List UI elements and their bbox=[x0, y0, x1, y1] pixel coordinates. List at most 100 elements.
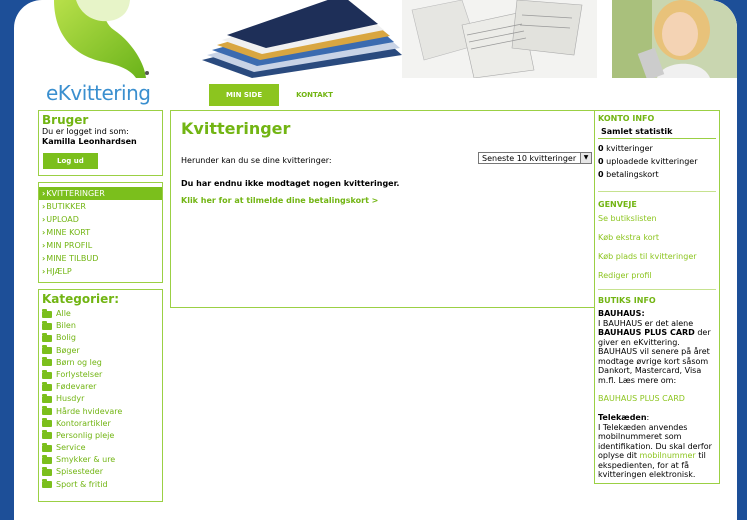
category-item[interactable]: Personlig pleje bbox=[39, 430, 162, 442]
category-item[interactable]: Spisesteder bbox=[39, 466, 162, 478]
intro-text: Herunder kan du se dine kvitteringer: bbox=[181, 156, 332, 165]
category-label: Fødevarer bbox=[56, 382, 97, 392]
sidebar-item-label: UPLOAD bbox=[46, 215, 79, 224]
sidebar-item-label: BUTIKKER bbox=[46, 202, 86, 211]
konto-info-title: KONTO INFO bbox=[598, 114, 655, 123]
folder-icon bbox=[42, 332, 52, 342]
store2-name: Telekæden bbox=[598, 413, 647, 422]
sidebar-item-upload[interactable]: ›UPLOAD bbox=[39, 213, 162, 226]
bauhaus-plus-card-link[interactable]: BAUHAUS PLUS CARD bbox=[595, 393, 719, 405]
header: eKvittering MIN SIDE KONTAKT bbox=[14, 0, 737, 106]
folder-icon bbox=[42, 430, 52, 440]
category-label: Spisesteder bbox=[56, 467, 103, 477]
category-label: Sport & fritid bbox=[56, 479, 108, 489]
sidebar-item-label: KVITTERINGER bbox=[46, 189, 105, 198]
category-label: Kontorartikler bbox=[56, 418, 111, 428]
sidebar-item-mine-tilbud[interactable]: ›MINE TILBUD bbox=[39, 252, 162, 265]
store1-text: I BAUHAUS er det alene bbox=[598, 318, 694, 328]
tab-kontakt[interactable]: KONTAKT bbox=[279, 84, 350, 106]
left-sidebar: Bruger Du er logget ind som: Kamilla Leo… bbox=[38, 110, 163, 502]
bullet-icon: › bbox=[42, 215, 46, 224]
category-label: Personlig pleje bbox=[56, 430, 115, 440]
folder-icon bbox=[42, 467, 52, 477]
stats-subtitle: Samlet statistik bbox=[598, 127, 716, 139]
sidebar-menu: ›KVITTERINGER ›BUTIKKER ›UPLOAD ›MINE KO… bbox=[38, 182, 163, 283]
category-item[interactable]: Bøger bbox=[39, 345, 162, 357]
register-cards-link[interactable]: Klik her for at tilmelde dine betalingsk… bbox=[181, 196, 378, 205]
folder-icon bbox=[42, 418, 52, 428]
folder-icon bbox=[42, 454, 52, 464]
logo-text[interactable]: eKvittering bbox=[46, 81, 151, 105]
folder-icon bbox=[42, 357, 52, 367]
store1-card-name: BAUHAUS PLUS CARD bbox=[598, 328, 695, 337]
category-item[interactable]: Bilen bbox=[39, 320, 162, 332]
category-label: Husdyr bbox=[56, 394, 85, 404]
category-item[interactable]: Bolig bbox=[39, 332, 162, 344]
page-frame: eKvittering MIN SIDE KONTAKT Bruger Du e… bbox=[14, 0, 737, 520]
category-label: Bøger bbox=[56, 345, 80, 355]
store2-block: Telekæden: I Telekæden anvendes mobilnum… bbox=[598, 413, 712, 479]
sidebar-item-label: MIN PROFIL bbox=[46, 241, 93, 250]
link-buy-receipt-space[interactable]: Køb plads til kvitteringer bbox=[595, 251, 719, 263]
folder-icon bbox=[42, 369, 52, 379]
logo-mark bbox=[54, 0, 149, 78]
categories-box: Kategorier: Alle Bilen Bolig Bøger Børn … bbox=[38, 289, 163, 502]
category-item[interactable]: Alle bbox=[39, 308, 162, 320]
category-item[interactable]: Service bbox=[39, 442, 162, 454]
link-buy-extra-card[interactable]: Køb ekstra kort bbox=[595, 232, 719, 244]
receipt-filter-value: Seneste 10 kvitteringer bbox=[482, 154, 577, 163]
sidebar-item-label: HJÆLP bbox=[46, 267, 72, 276]
link-edit-profile[interactable]: Rediger profil bbox=[595, 270, 719, 282]
link-store-list[interactable]: Se butikslisten bbox=[595, 213, 719, 225]
stat-label: uploadede kvitteringer bbox=[603, 157, 698, 166]
stat-label: betalingskort bbox=[603, 170, 659, 179]
receipt-filter-select[interactable]: Seneste 10 kvitteringer ▼ bbox=[478, 152, 592, 164]
dropdown-arrow-icon[interactable]: ▼ bbox=[580, 153, 591, 163]
sidebar-item-label: MINE TILBUD bbox=[46, 254, 99, 263]
sidebar-item-hjaelp[interactable]: ›HJÆLP bbox=[39, 265, 162, 278]
divider bbox=[598, 289, 716, 290]
category-item[interactable]: Hårde hvidevare bbox=[39, 406, 162, 418]
bullet-icon: › bbox=[42, 202, 46, 211]
sidebar-item-mine-kort[interactable]: ›MINE KORT bbox=[39, 226, 162, 239]
sidebar-item-butikker[interactable]: ›BUTIKKER bbox=[39, 200, 162, 213]
bullet-icon: › bbox=[42, 241, 46, 250]
category-label: Bolig bbox=[56, 333, 76, 343]
categories-title: Kategorier: bbox=[42, 292, 119, 306]
store1-block: BAUHAUS: I BAUHAUS er det alene BAUHAUS … bbox=[598, 309, 711, 385]
category-item[interactable]: Husdyr bbox=[39, 393, 162, 405]
empty-state-text: Du har endnu ikke modtaget nogen kvitter… bbox=[181, 179, 400, 188]
category-label: Smykker & ure bbox=[56, 455, 116, 465]
bullet-icon: › bbox=[42, 254, 46, 263]
divider bbox=[598, 191, 716, 192]
category-item[interactable]: Kontorartikler bbox=[39, 418, 162, 430]
header-banner-image bbox=[162, 0, 737, 78]
bullet-icon: › bbox=[42, 267, 46, 276]
mobilnummer-link[interactable]: mobilnummer bbox=[640, 451, 696, 460]
category-item[interactable]: Fødevarer bbox=[39, 381, 162, 393]
store1-name: BAUHAUS bbox=[598, 309, 642, 318]
category-item[interactable]: Sport & fritid bbox=[39, 479, 162, 491]
category-label: Børn og leg bbox=[56, 357, 102, 367]
user-name: Kamilla Leonhardsen bbox=[42, 137, 137, 146]
folder-icon bbox=[42, 442, 52, 452]
sidebar-item-min-profil[interactable]: ›MIN PROFIL bbox=[39, 239, 162, 252]
user-box-title: Bruger bbox=[42, 113, 89, 127]
info-box: KONTO INFO Samlet statistik 0 kvittering… bbox=[594, 110, 720, 484]
logout-button[interactable]: Log ud bbox=[43, 153, 98, 169]
category-item[interactable]: Smykker & ure bbox=[39, 454, 162, 466]
folder-icon bbox=[42, 479, 52, 489]
logged-in-label: Du er logget ind som: bbox=[42, 127, 129, 136]
category-item[interactable]: Forlystelser bbox=[39, 369, 162, 381]
sidebar-item-label: MINE KORT bbox=[46, 228, 91, 237]
category-label: Hårde hvidevare bbox=[56, 406, 123, 416]
user-box: Bruger Du er logget ind som: Kamilla Leo… bbox=[38, 110, 163, 176]
tab-min-side[interactable]: MIN SIDE bbox=[209, 84, 280, 106]
folder-icon bbox=[42, 345, 52, 355]
folder-icon bbox=[42, 320, 52, 330]
receipts-image bbox=[402, 0, 597, 78]
sidebar-item-kvitteringer[interactable]: ›KVITTERINGER bbox=[39, 187, 162, 200]
stat-cards: 0 betalingskort bbox=[595, 168, 719, 181]
category-item[interactable]: Børn og leg bbox=[39, 357, 162, 369]
bullet-icon: › bbox=[42, 189, 46, 198]
